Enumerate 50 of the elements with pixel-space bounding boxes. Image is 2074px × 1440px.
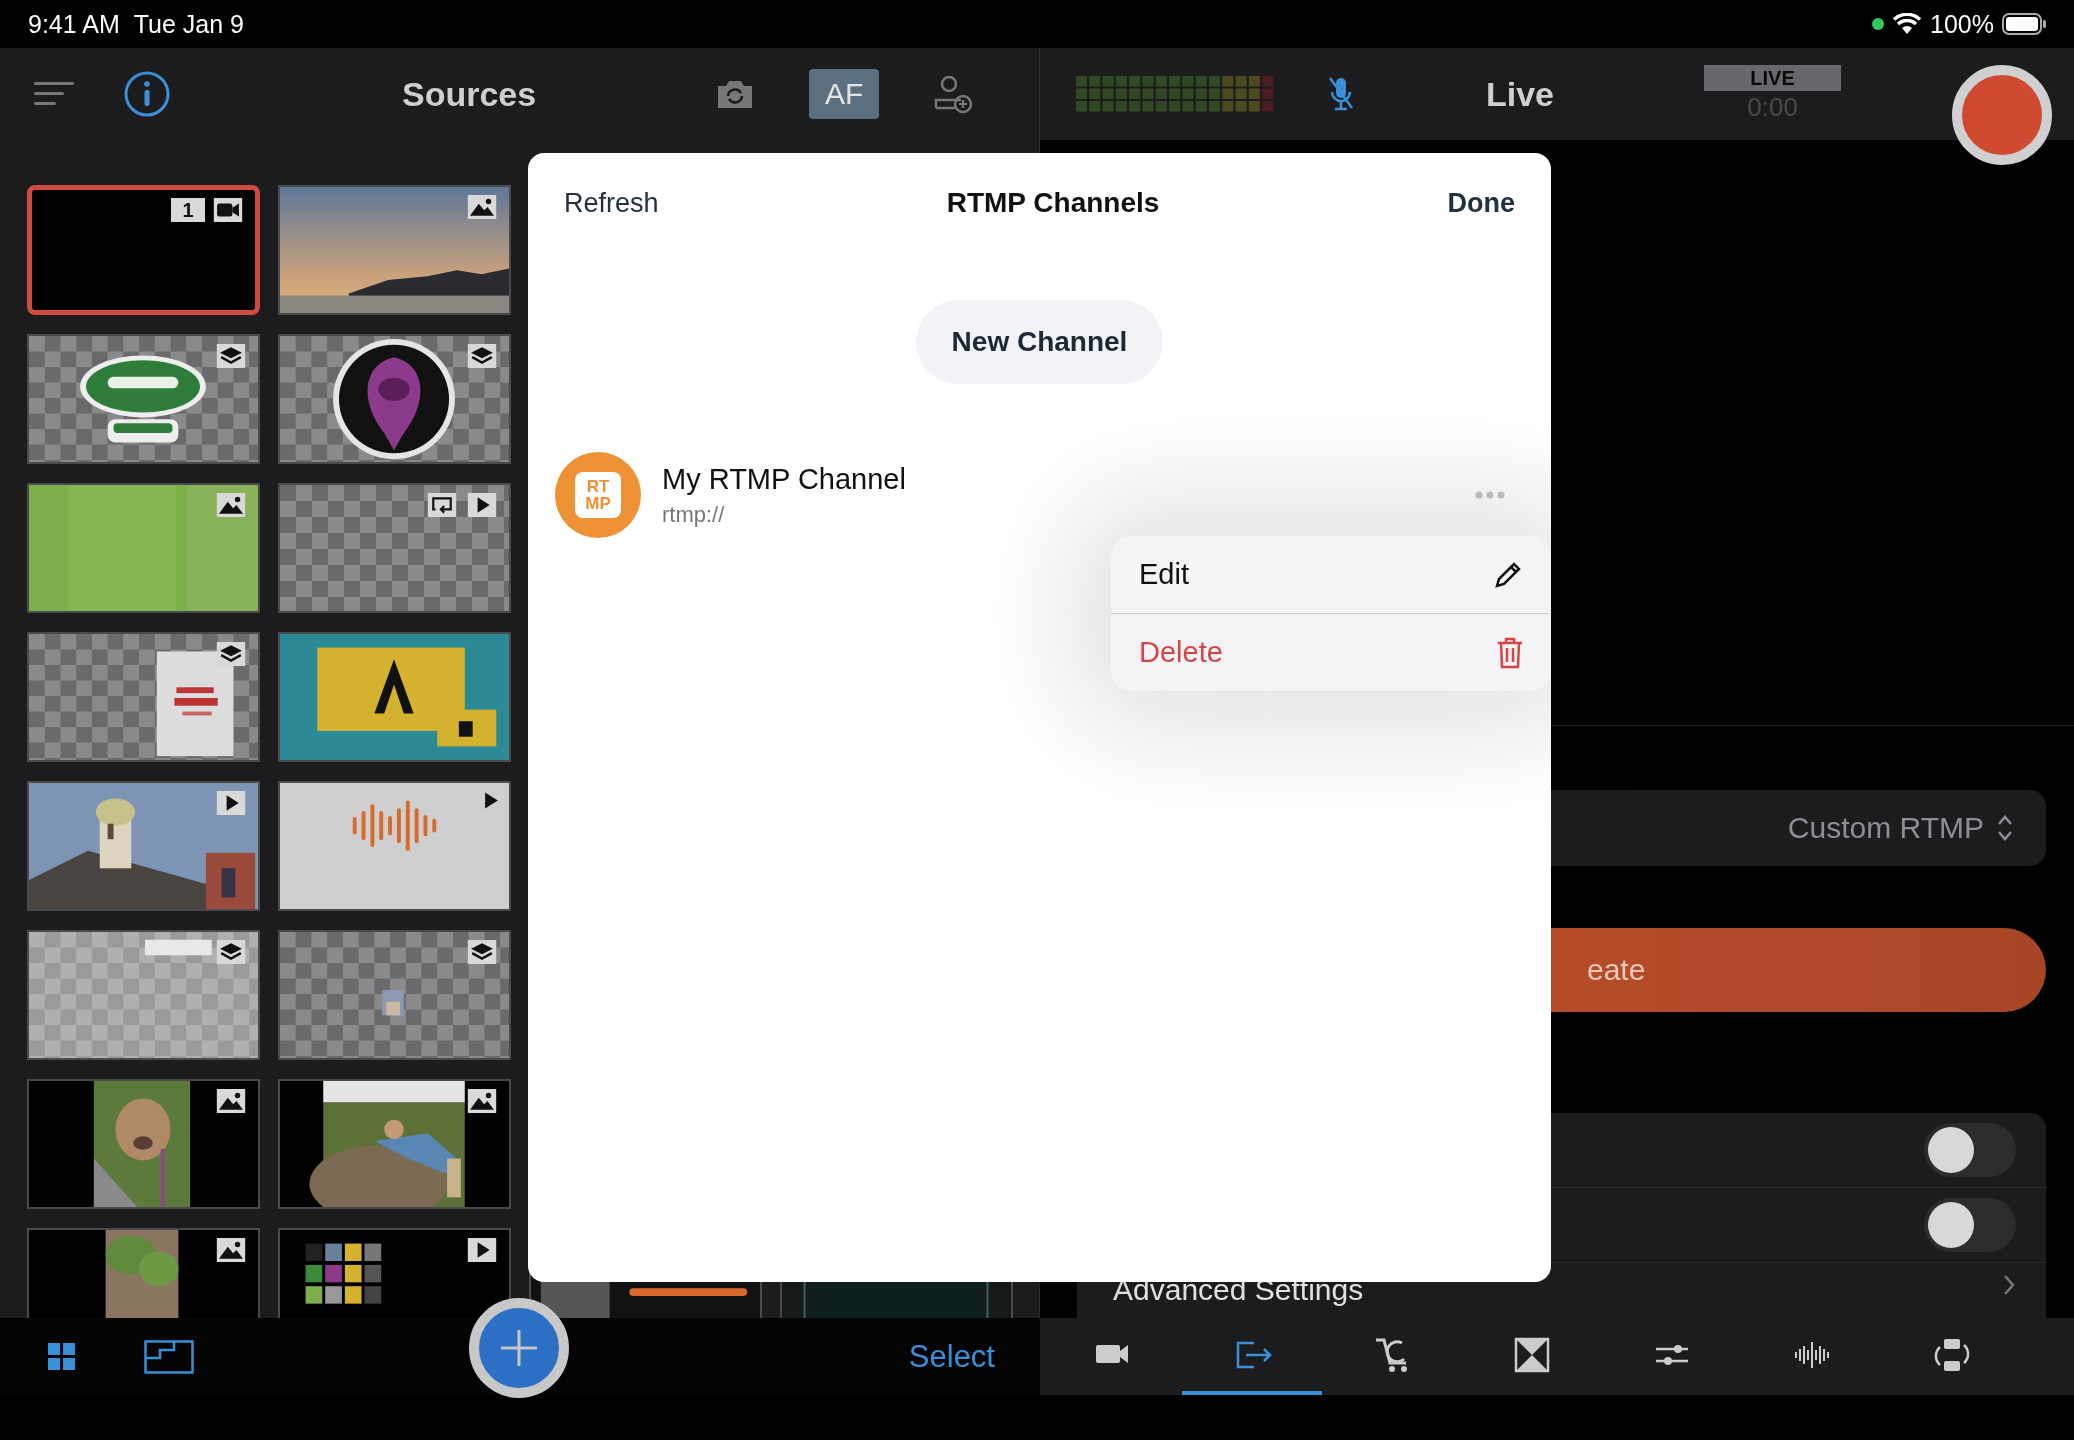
source-number: 1 [171, 198, 205, 222]
image-icon [214, 1238, 248, 1262]
play-icon [465, 1238, 499, 1262]
menu-item[interactable]: Delete [1111, 614, 1551, 691]
image-icon [465, 1089, 499, 1113]
channel-url: rtmp:// [662, 501, 726, 528]
channel-name: My RTMP Channel [662, 462, 907, 496]
source-tile[interactable] [278, 483, 511, 613]
layers-icon [465, 344, 499, 368]
person-add-icon[interactable] [933, 74, 974, 114]
battery-percentage: 100% [1930, 9, 1994, 39]
indicator-dot [1872, 18, 1885, 30]
grid-view-icon[interactable] [48, 1342, 76, 1371]
menu-item[interactable]: Edit [1111, 536, 1551, 614]
info-icon[interactable] [124, 71, 170, 117]
logo-text: MP [585, 495, 611, 512]
menu-icon[interactable] [34, 80, 74, 108]
autofocus-button[interactable]: AF [809, 69, 880, 119]
play-icon [484, 791, 499, 810]
loop-icon [425, 493, 459, 517]
layers-icon [214, 344, 248, 368]
refresh-button[interactable]: Refresh [564, 187, 659, 219]
play-icon [214, 791, 248, 815]
select-button[interactable]: Select [908, 1338, 1015, 1375]
wifi-icon [1892, 13, 1923, 35]
panel-title: Sources [402, 74, 537, 114]
play-icon [465, 493, 499, 517]
status-date: Tue Jan 9 [133, 9, 244, 39]
video-camera-icon [211, 198, 245, 222]
layers-icon [214, 940, 248, 964]
battery-icon [2002, 13, 2046, 35]
layers-icon [214, 642, 248, 666]
layers-icon [465, 940, 499, 964]
image-icon [214, 493, 248, 517]
logo-text: RT [586, 478, 610, 495]
trash-icon [1497, 636, 1523, 669]
sheet-title: RTMP Channels [946, 187, 1160, 219]
image-icon [214, 1089, 248, 1113]
chevron-right-icon [2002, 1273, 2016, 1297]
up-down-chevron-icon [1996, 813, 2014, 843]
status-time: 9:41 AM [28, 9, 120, 39]
done-button[interactable]: Done [1447, 187, 1515, 219]
audio-meter-icon [1076, 76, 1276, 112]
source-tile[interactable]: 1 [27, 185, 260, 315]
plus-icon [499, 1328, 539, 1368]
new-channel-button[interactable]: New Channel [915, 300, 1164, 384]
layout-view-icon[interactable] [144, 1339, 194, 1374]
live-label: LIVE [1750, 66, 1795, 91]
panel-title: Live [1486, 74, 1555, 114]
image-icon [465, 195, 499, 219]
